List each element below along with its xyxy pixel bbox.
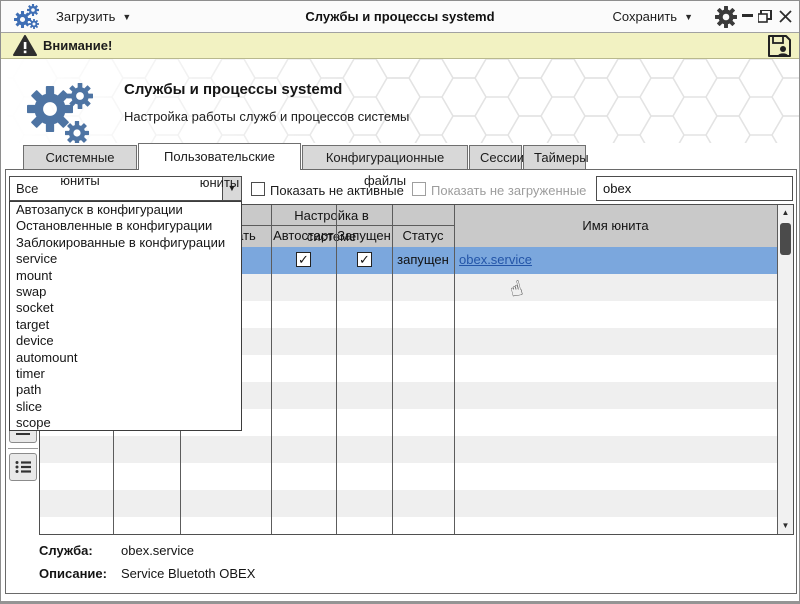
dropdown-option[interactable]: Остановленные в конфигурации: [10, 218, 241, 234]
tab-config-files[interactable]: Конфигурационные файлы: [302, 145, 468, 169]
warning-bar: Внимание!: [1, 33, 799, 59]
running-checkbox[interactable]: ✓: [357, 252, 372, 267]
unit-name-link[interactable]: obex.service: [459, 252, 532, 267]
service-value: obex.service: [121, 543, 194, 558]
warning-icon: [13, 35, 37, 57]
unit-filter-value: Все: [16, 177, 38, 200]
status-cell: запущен: [392, 252, 454, 267]
unit-filter-dropdown: Автозапуск в конфигурации Остановленные …: [9, 201, 242, 431]
hexagon-pattern: [2, 59, 799, 143]
maximize-button[interactable]: [757, 8, 773, 24]
save-button-label: Сохранить: [612, 9, 677, 24]
banner: Службы и процессы systemd Настройка рабо…: [2, 59, 799, 143]
column-header-status[interactable]: Статус: [392, 225, 454, 247]
dropdown-option[interactable]: service: [10, 251, 241, 267]
banner-subtitle: Настройка работы служб и процессов систе…: [124, 109, 409, 124]
banner-title: Службы и процессы systemd: [124, 81, 342, 98]
dropdown-option[interactable]: socket: [10, 300, 241, 316]
column-divider: [454, 205, 455, 534]
warning-text: Внимание!: [43, 33, 112, 58]
sidebar-separator: [8, 448, 38, 449]
list-view-button[interactable]: [9, 453, 37, 481]
settings-gear-icon[interactable]: [715, 6, 737, 28]
minimize-button[interactable]: [739, 8, 755, 24]
tab-system-units[interactable]: Системные юниты: [23, 145, 137, 169]
dropdown-option[interactable]: timer: [10, 366, 241, 382]
tab-user-units[interactable]: Пользовательские юниты: [138, 143, 301, 170]
dropdown-option[interactable]: automount: [10, 350, 241, 366]
dropdown-option[interactable]: scope: [10, 415, 241, 431]
autostart-checkbox[interactable]: ✓: [296, 252, 311, 267]
column-header-unit-name[interactable]: Имя юнита: [454, 205, 777, 247]
vertical-scrollbar[interactable]: ▲ ▼: [777, 205, 793, 534]
save-report-icon[interactable]: [767, 34, 792, 58]
dropdown-option[interactable]: mount: [10, 268, 241, 284]
show-unloaded-checkbox[interactable]: [412, 182, 426, 196]
show-inactive-checkbox[interactable]: [251, 182, 265, 196]
column-divider: [392, 205, 393, 534]
description-value: Service Bluetoth OBEX: [121, 566, 255, 581]
search-input[interactable]: [596, 176, 793, 201]
scroll-down-button[interactable]: ▼: [778, 518, 793, 534]
titlebar: Загрузить ▼ Службы и процессы systemd Со…: [1, 1, 799, 33]
service-label: Служба:: [39, 543, 93, 558]
dropdown-option[interactable]: device: [10, 333, 241, 349]
scroll-up-button[interactable]: ▲: [778, 205, 793, 221]
tab-timers[interactable]: Таймеры: [523, 145, 586, 169]
column-divider: [271, 205, 272, 534]
column-divider: [336, 205, 337, 534]
column-header-running[interactable]: Запущен: [336, 225, 392, 247]
close-button[interactable]: [777, 8, 793, 24]
dropdown-option[interactable]: target: [10, 317, 241, 333]
description-label: Описание:: [39, 566, 107, 581]
dropdown-option[interactable]: path: [10, 382, 241, 398]
show-unloaded-label: Показать не загруженные: [431, 183, 586, 198]
logo-gears-icon: [27, 83, 93, 143]
group-header-system: Настройка в системе: [271, 205, 392, 225]
dropdown-option[interactable]: Заблокированные в конфигурации: [10, 235, 241, 251]
tab-content-panel: Все ▼ Показать не активные Показать не з…: [5, 169, 797, 594]
list-icon: [15, 460, 32, 474]
chevron-down-icon: ▼: [684, 12, 693, 22]
tab-sessions[interactable]: Сессии: [469, 145, 522, 169]
save-button[interactable]: Сохранить ▼: [612, 1, 693, 32]
app-window: Загрузить ▼ Службы и процессы systemd Со…: [0, 0, 800, 604]
dropdown-option[interactable]: swap: [10, 284, 241, 300]
scrollbar-thumb[interactable]: [780, 223, 791, 255]
dropdown-option[interactable]: slice: [10, 399, 241, 415]
dropdown-option[interactable]: Автозапуск в конфигурации: [10, 202, 241, 218]
column-header-autostart[interactable]: Автостарт: [271, 225, 336, 247]
